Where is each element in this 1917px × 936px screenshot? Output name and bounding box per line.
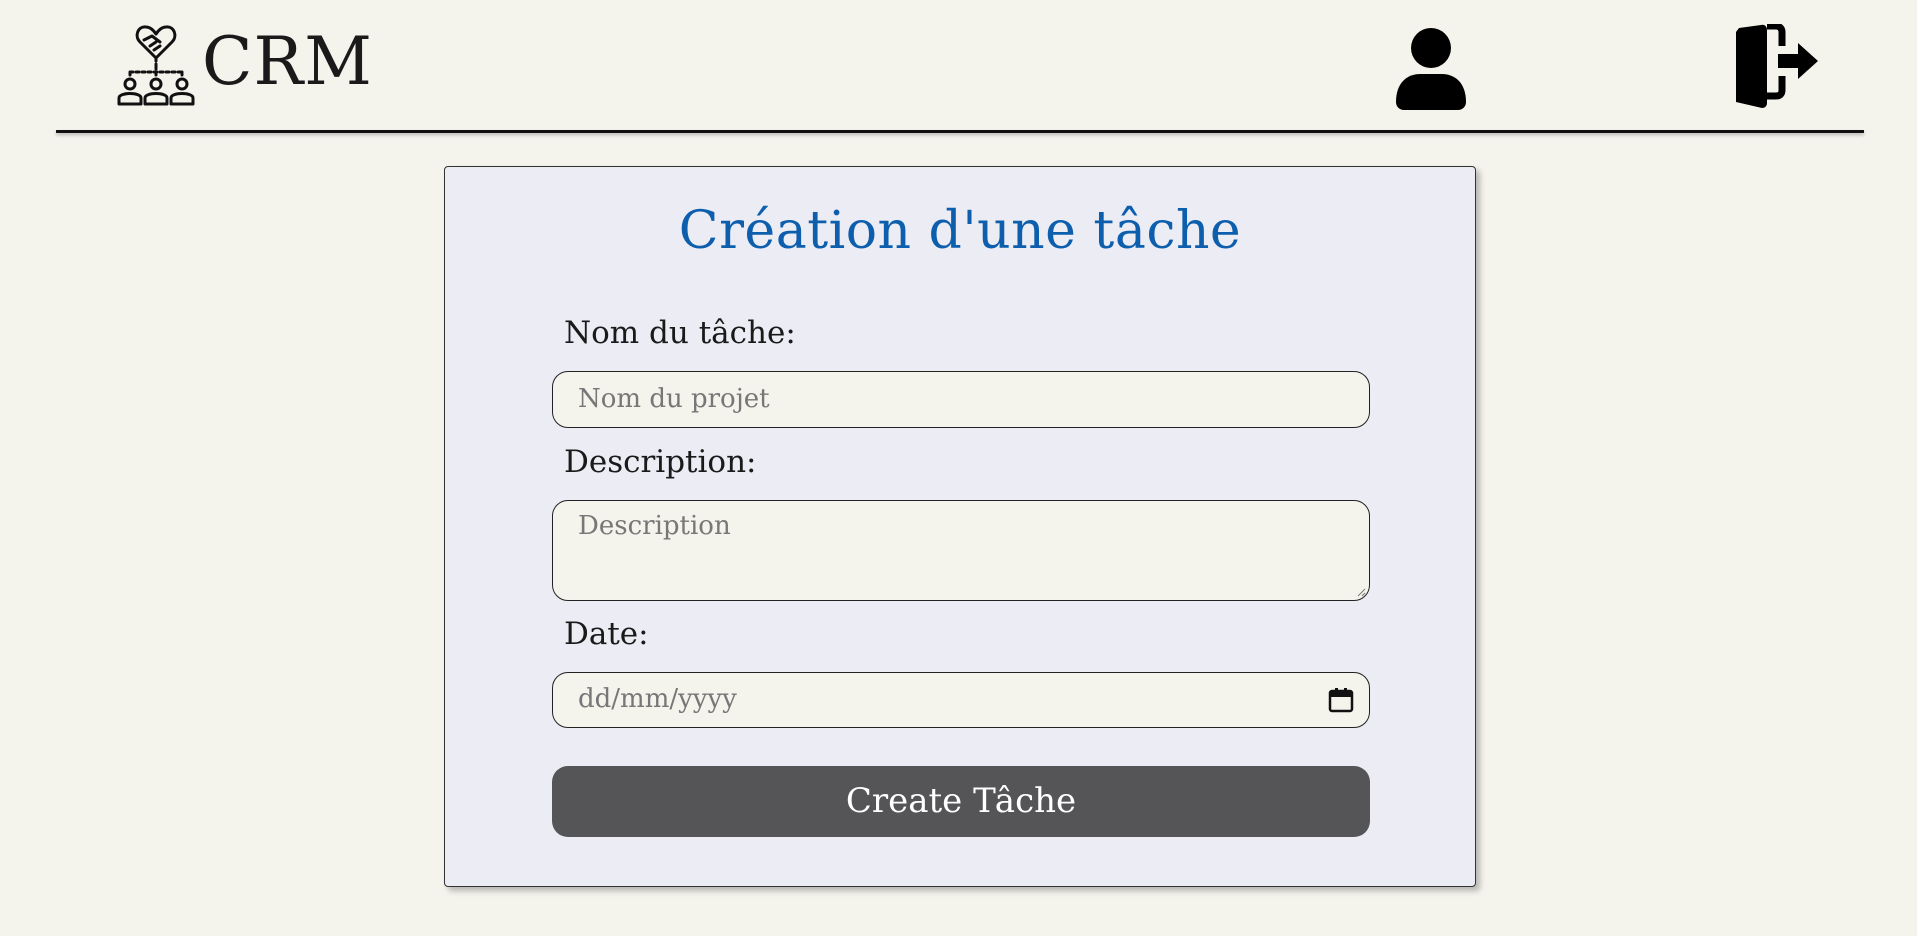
resize-grip-icon[interactable] <box>1356 587 1366 597</box>
description-label: Description: <box>564 444 757 480</box>
task-name-placeholder: Nom du projet <box>578 384 770 414</box>
logout-button[interactable] <box>1734 22 1820 109</box>
team-network-handshake-icon <box>117 25 195 106</box>
logout-door-icon <box>1736 22 1818 109</box>
date-label: Date: <box>564 616 649 652</box>
logo-text: CRM <box>202 23 373 100</box>
task-name-input[interactable]: Nom du projet <box>552 371 1370 428</box>
logo[interactable]: CRM <box>116 22 373 106</box>
user-profile-button[interactable] <box>1394 26 1468 110</box>
task-form-card: Création d'une tâche Nom du tâche: Nom d… <box>444 166 1476 887</box>
user-icon <box>1396 28 1466 110</box>
form-title: Création d'une tâche <box>678 201 1242 261</box>
task-name-label: Nom du tâche: <box>564 315 796 351</box>
date-input[interactable]: dd/mm/yyyy <box>552 672 1370 728</box>
header-divider <box>56 130 1864 133</box>
description-placeholder: Description <box>578 511 731 541</box>
top-header: CRM <box>0 0 1917 133</box>
create-task-button[interactable]: Create Tâche <box>552 766 1370 837</box>
description-textarea[interactable]: Description <box>552 500 1370 601</box>
calendar-icon[interactable] <box>1327 686 1355 714</box>
date-placeholder: dd/mm/yyyy <box>578 684 737 714</box>
